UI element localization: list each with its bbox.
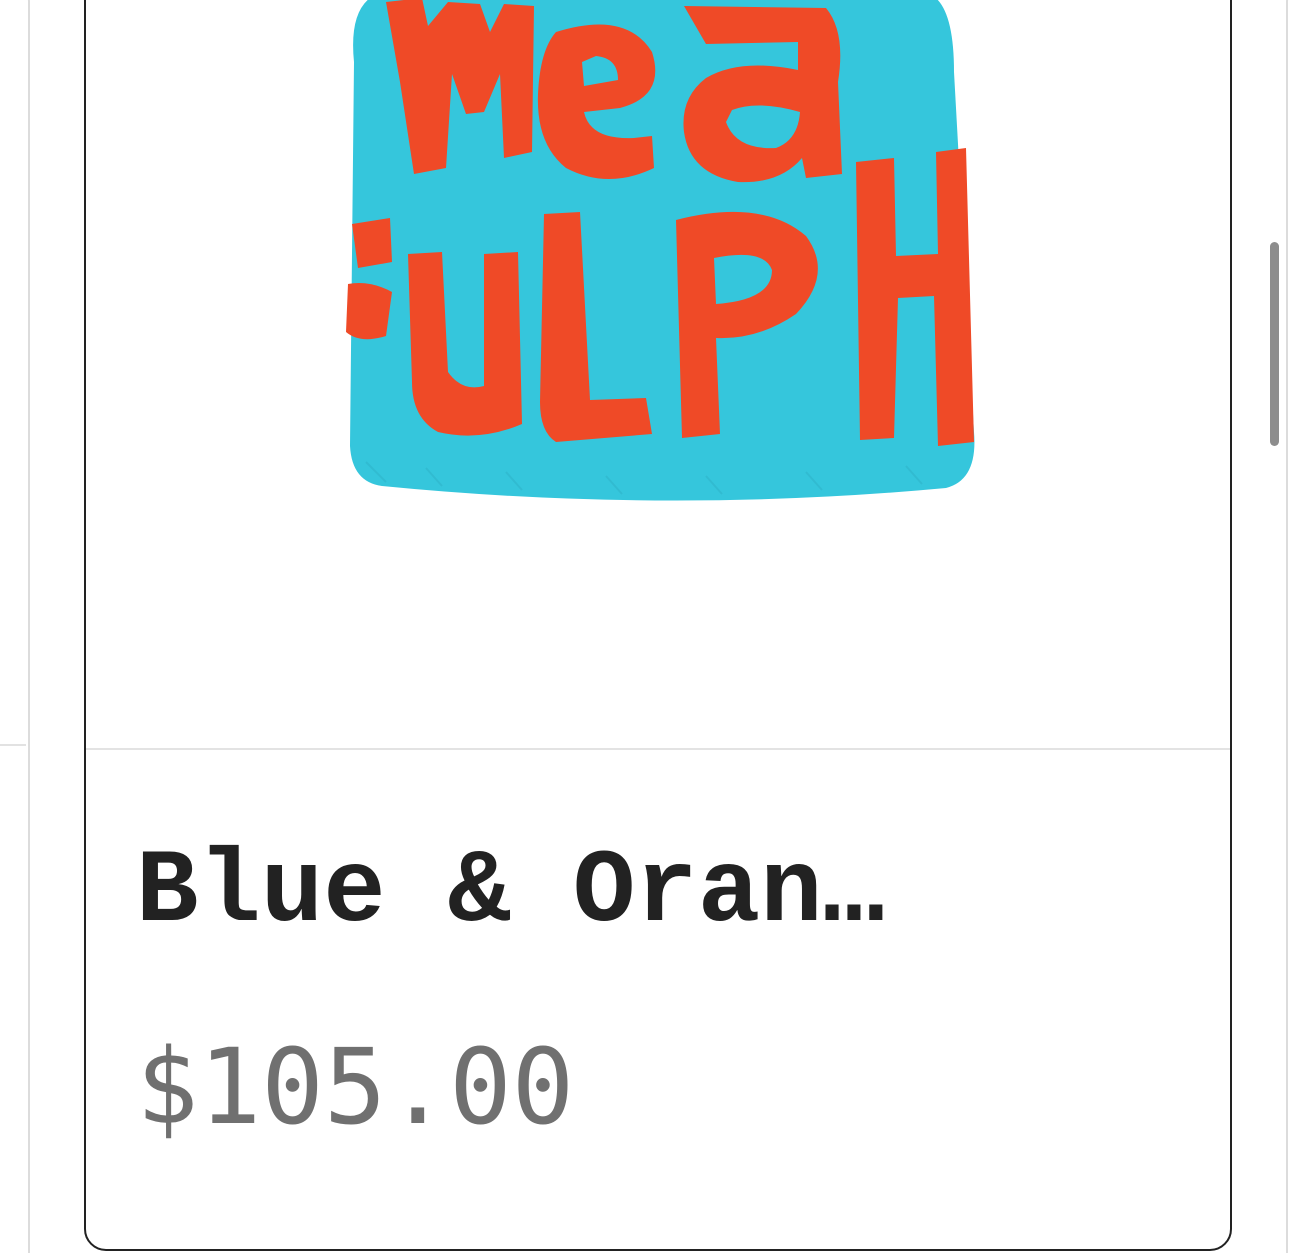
beanie-hat-image bbox=[346, 0, 975, 501]
previous-card-divider bbox=[0, 744, 26, 746]
card-divider bbox=[86, 748, 1230, 750]
product-price: $105.00 bbox=[136, 1026, 575, 1148]
product-title[interactable]: Blue & Oran… bbox=[136, 828, 885, 958]
previous-product-card[interactable] bbox=[0, 0, 30, 1253]
next-product-card[interactable] bbox=[1286, 0, 1290, 1253]
product-image[interactable] bbox=[86, 0, 1230, 748]
product-card[interactable]: Blue & Oran… $105.00 bbox=[84, 0, 1232, 1251]
scrollbar-thumb[interactable] bbox=[1270, 242, 1279, 446]
product-grid-page: Blue & Oran… $105.00 bbox=[0, 0, 1290, 1253]
